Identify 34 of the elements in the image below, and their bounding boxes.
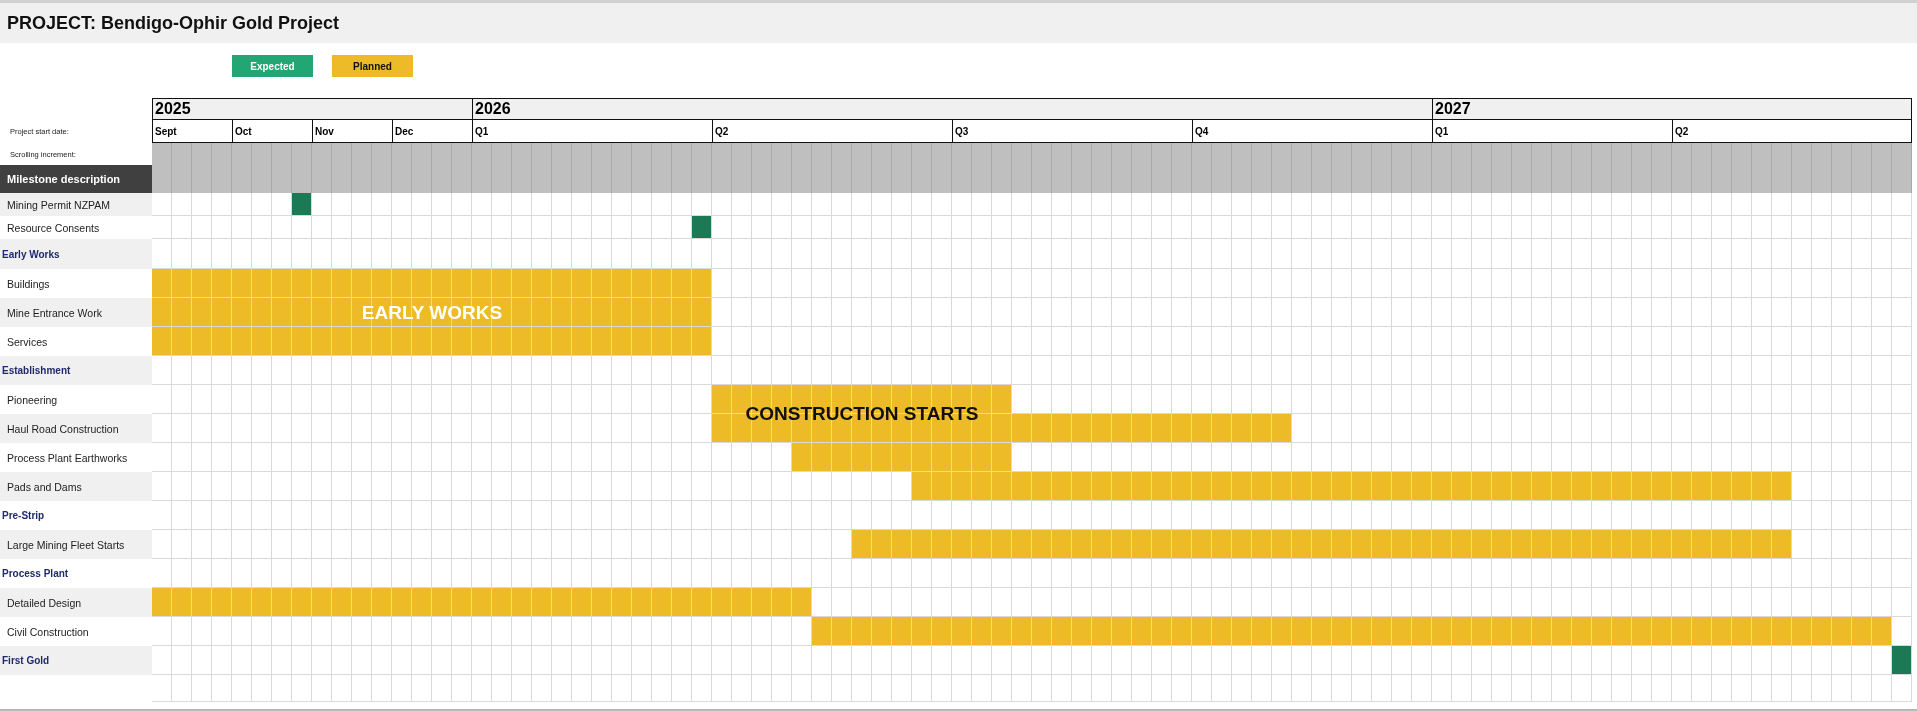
section-label: First Gold	[2, 655, 50, 666]
period-header: Q1	[1432, 120, 1672, 143]
year-header: 2025	[152, 98, 472, 120]
task-label: Haul Road Construction	[7, 422, 119, 435]
legend-chip: Expected	[232, 55, 313, 77]
task-label: Civil Construction	[7, 625, 89, 638]
task-label: Mine Entrance Work	[7, 306, 102, 319]
task-label: Resource Consents	[7, 221, 100, 234]
period-header: Q2	[1672, 120, 1912, 143]
period-header: Q2	[712, 120, 952, 143]
period-header: Sept	[152, 120, 232, 143]
task-label: Buildings	[7, 277, 50, 290]
legend-chip: Planned	[332, 55, 413, 77]
period-header: Q3	[952, 120, 1192, 143]
period-header: Oct	[232, 120, 312, 143]
task-label: Pioneering	[7, 393, 58, 406]
period-header: Q4	[1192, 120, 1432, 143]
section-label: Process Plant	[2, 568, 69, 579]
project-title: PROJECT: Bendigo-Ophir Gold Project	[7, 12, 339, 34]
task-label: Mining Permit NZPAM	[7, 198, 111, 211]
period-header: Dec	[392, 120, 472, 143]
task-label: Large Mining Fleet Starts	[7, 538, 125, 551]
period-header: Q1	[472, 120, 712, 143]
task-label: Services	[7, 335, 48, 348]
year-header: 2026	[472, 98, 1432, 120]
task-label: Pads and Dams	[7, 480, 82, 493]
year-header: 2027	[1432, 98, 1912, 120]
task-label: Detailed Design	[7, 596, 82, 609]
task-label: Process Plant Earthworks	[7, 451, 128, 464]
period-header: Nov	[312, 120, 392, 143]
section-label: Establishment	[2, 365, 71, 376]
section-label: Early Works	[2, 248, 60, 260]
milestone-description-header: Milestone description	[0, 165, 152, 193]
section-label: Pre-Strip	[2, 510, 45, 521]
